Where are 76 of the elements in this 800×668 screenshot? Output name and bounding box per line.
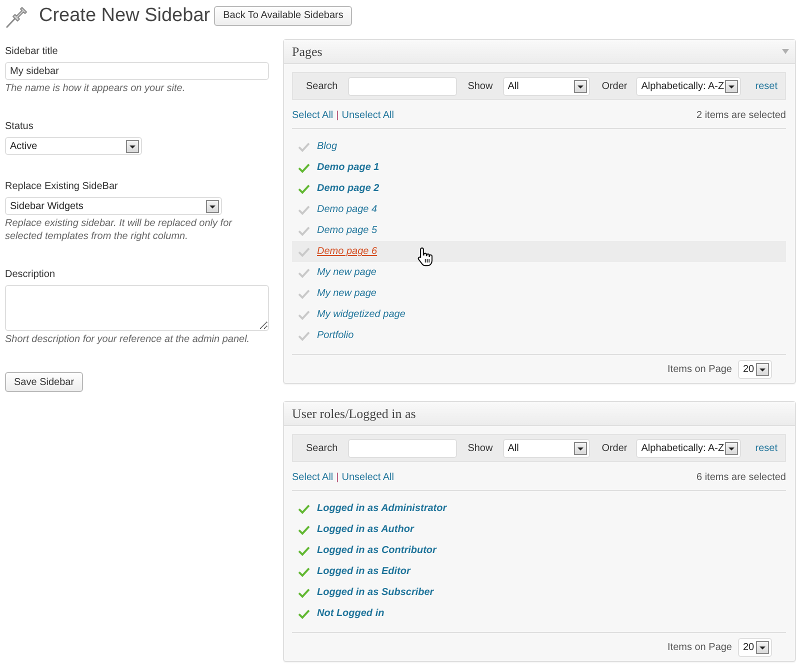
checkmark-icon[interactable]	[298, 268, 310, 278]
field-label: Replace Existing SideBar	[5, 180, 119, 194]
hand-cursor-icon	[417, 247, 433, 267]
toggle-arrow-icon[interactable]	[782, 49, 789, 54]
item-link[interactable]: Logged in as Subscriber	[317, 587, 434, 598]
item-link[interactable]: Logged in as Administrator	[317, 503, 447, 514]
item-link[interactable]: Logged in as Contributor	[317, 545, 436, 556]
reset-link[interactable]: reset	[755, 442, 778, 454]
order-label: Order	[602, 80, 628, 92]
select-all-link[interactable]: Select All	[292, 110, 334, 121]
order-select[interactable]: Alphabetically: A-Z	[636, 438, 742, 458]
search-input[interactable]	[348, 438, 457, 458]
field-label: Description	[5, 268, 56, 282]
item-link[interactable]: Not Logged in	[317, 608, 384, 619]
checkmark-icon[interactable]	[298, 330, 310, 340]
checkmark-icon[interactable]	[298, 546, 310, 556]
field-hint: Replace existing sidebar. It will be replaced only for selected templates from the right column.	[5, 217, 234, 243]
checkmark-icon[interactable]	[298, 142, 310, 152]
search-label: Search	[306, 442, 338, 454]
checkmark-icon[interactable]	[298, 246, 310, 256]
checkmark-icon[interactable]	[298, 524, 310, 534]
order-select[interactable]: Alphabetically: A-Z	[636, 76, 742, 96]
field-label: Status	[5, 120, 34, 134]
checkmark-icon[interactable]	[298, 204, 310, 214]
item-link[interactable]: My new page	[317, 288, 376, 299]
item-link[interactable]: Demo page 2	[317, 183, 380, 194]
sidebar-title-input[interactable]: My sidebar	[5, 62, 269, 80]
unselect-all-link[interactable]: Unselect All	[342, 472, 394, 483]
show-label: Show	[468, 442, 493, 454]
checkmark-icon[interactable]	[298, 184, 310, 194]
item-link[interactable]: Demo page 6	[317, 246, 378, 257]
item-link[interactable]: Demo page 5	[317, 225, 378, 236]
order-label: Order	[602, 442, 628, 454]
field-hint: Short description for your reference at the admin panel.	[5, 333, 251, 346]
item-link[interactable]: My new page	[317, 267, 376, 278]
checkmark-icon[interactable]	[298, 504, 310, 514]
item-link[interactable]: Portfolio	[317, 330, 354, 341]
show-select[interactable]: All	[502, 76, 590, 96]
field-label: Sidebar title	[5, 45, 59, 59]
show-label: Show	[468, 80, 493, 92]
items-per-page-select[interactable]: 20	[738, 638, 772, 657]
show-select[interactable]: All	[502, 438, 590, 458]
items-per-page-label: Items on Page	[668, 364, 732, 375]
select-all-link[interactable]: Select All	[292, 472, 334, 483]
back-button[interactable]: Back To Available Sidebars	[214, 6, 352, 26]
checkmark-icon[interactable]	[298, 288, 310, 298]
search-input[interactable]	[348, 76, 457, 96]
unselect-all-link[interactable]: Unselect All	[342, 110, 394, 121]
save-button[interactable]: Save Sidebar	[5, 372, 84, 392]
selected-count: 2 items are selected	[696, 110, 786, 121]
item-link[interactable]: Blog	[317, 141, 338, 152]
selected-count: 6 items are selected	[696, 472, 786, 483]
checkmark-icon[interactable]	[298, 588, 310, 598]
dropdown-select[interactable]: Sidebar Widgets	[5, 197, 222, 215]
search-label: Search	[306, 80, 338, 92]
page-title: Create New Sidebar	[39, 4, 210, 28]
field-hint: The name is how it appears on your site.	[5, 82, 186, 95]
checkmark-icon[interactable]	[298, 566, 310, 576]
item-link[interactable]: Demo page 1	[317, 162, 380, 173]
checkmark-icon[interactable]	[298, 310, 310, 320]
items-per-page-select[interactable]: 20	[738, 360, 772, 379]
description-textarea[interactable]	[5, 285, 269, 331]
items-per-page-label: Items on Page	[668, 642, 732, 653]
item-link[interactable]: My widgetized page	[317, 309, 406, 320]
checkmark-icon[interactable]	[298, 162, 310, 172]
panel-title: User roles/Logged in as	[292, 406, 416, 422]
item-link[interactable]: Demo page 4	[317, 204, 378, 215]
checkmark-icon[interactable]	[298, 608, 310, 618]
item-link[interactable]: Logged in as Editor	[317, 566, 410, 577]
link-separator: |	[336, 472, 339, 483]
reset-link[interactable]: reset	[755, 80, 778, 92]
dropdown-select[interactable]: Active	[5, 137, 142, 155]
panel-title: Pages	[292, 44, 322, 60]
item-link[interactable]: Logged in as Author	[317, 524, 414, 535]
link-separator: |	[336, 110, 339, 121]
checkmark-icon[interactable]	[298, 226, 310, 236]
